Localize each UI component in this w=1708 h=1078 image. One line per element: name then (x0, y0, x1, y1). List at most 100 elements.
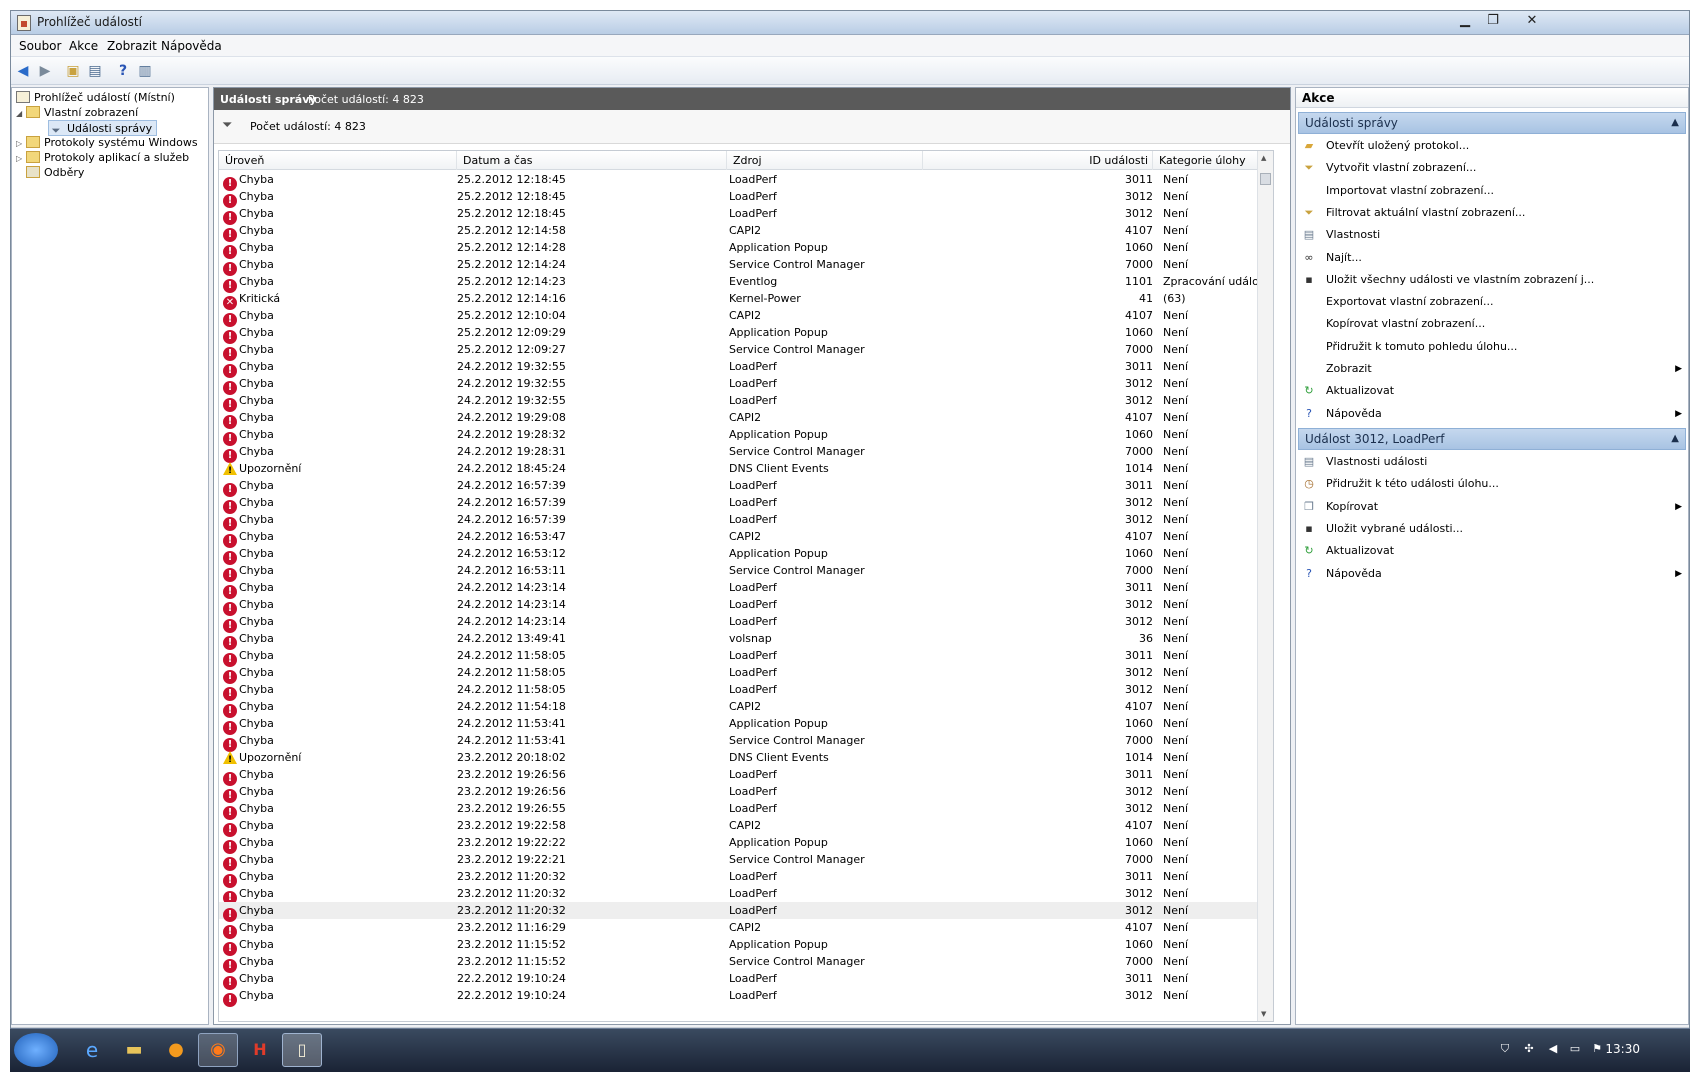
menu-akce[interactable]: Akce (69, 39, 98, 53)
event-viewer-taskbar-icon[interactable]: ▯ (282, 1033, 322, 1067)
menu-zobrazit[interactable]: Zobrazit (107, 39, 157, 53)
firefox-icon[interactable]: ◉ (198, 1033, 238, 1067)
table-row[interactable]: ! Chyba 23.2.2012 19:22:58 CAPI2 4107 Není (219, 817, 1273, 837)
table-row[interactable]: ! Chyba 24.2.2012 11:58:05 LoadPerf 3011 Není (219, 647, 1273, 667)
table-row[interactable]: ! Chyba 23.2.2012 19:22:21 Service Control … (219, 851, 1273, 871)
table-row[interactable]: ! Chyba 24.2.2012 11:53:41 Service Control … (219, 732, 1273, 752)
table-row[interactable]: ! Chyba 22.2.2012 19:10:24 LoadPerf 3012 Není (219, 987, 1273, 1007)
table-row[interactable]: ! Chyba 24.2.2012 19:28:32 Application Popu… (219, 426, 1273, 446)
table-row[interactable]: ! Chyba 25.2.2012 12:14:28 Application Popu… (219, 239, 1273, 259)
table-row[interactable]: ! Chyba 23.2.2012 11:20:32 LoadPerf 3012 Není (219, 885, 1273, 905)
action-section1-6[interactable]: ▪ Uložit všechny události ve vlastním zob… (1302, 269, 1684, 291)
close-button[interactable]: ✕ (1515, 11, 1549, 31)
collapse-section-icon[interactable]: ▲ (1671, 429, 1679, 449)
table-row[interactable]: ! Chyba 25.2.2012 12:14:24 Service Control … (219, 256, 1273, 276)
back-arrow-icon[interactable]: ◀ (13, 61, 33, 81)
action-section2-2[interactable]: ❐ Kopírovat ▶ (1302, 496, 1684, 518)
table-row[interactable]: ! Chyba 25.2.2012 12:14:58 CAPI2 4107 Není (219, 222, 1273, 242)
table-row[interactable]: ✕ Kritická 25.2.2012 12:14:16 Kernel-Power 4… (219, 290, 1273, 310)
table-row[interactable]: ! Chyba 24.2.2012 16:53:47 CAPI2 4107 Není (219, 528, 1273, 548)
table-row[interactable]: ! Upozornění 24.2.2012 18:45:24 DNS Client … (219, 460, 1273, 477)
table-row[interactable]: ! Chyba 23.2.2012 11:20:32 LoadPerf 3012 Není (219, 902, 1273, 922)
table-row[interactable]: ! Chyba 25.2.2012 12:10:04 CAPI2 4107 Není (219, 307, 1273, 327)
table-row[interactable]: ! Chyba 23.2.2012 19:26:55 LoadPerf 3012 Není (219, 800, 1273, 820)
column-task-category[interactable]: Kategorie úlohy (1153, 151, 1273, 170)
table-row[interactable]: ! Chyba 23.2.2012 11:15:52 Service Control … (219, 953, 1273, 973)
actions-section-admin-events[interactable]: Události správy ▲ (1298, 112, 1686, 134)
title-bar[interactable]: Prohlížeč událostí ▁ ❐ ✕ (11, 11, 1689, 35)
table-row[interactable]: ! Chyba 24.2.2012 14:23:14 LoadPerf 3012 Není (219, 596, 1273, 616)
forward-arrow-icon[interactable]: ▶ (35, 61, 55, 81)
table-row[interactable]: ! Chyba 22.2.2012 19:10:24 LoadPerf 3011 Není (219, 970, 1273, 990)
collapse-icon[interactable]: ◢ (16, 106, 26, 122)
actions-section-event[interactable]: Událost 3012, LoadPerf ▲ (1298, 428, 1686, 450)
tree-custom-views[interactable]: ◢ Vlastní zobrazení (16, 105, 138, 121)
clock[interactable]: 13:30 (1605, 1042, 1640, 1056)
table-row[interactable]: ! Chyba 24.2.2012 13:49:41 volsnap 36 Není (219, 630, 1273, 650)
table-row[interactable]: ! Chyba 24.2.2012 16:57:39 LoadPerf 3012 Není (219, 494, 1273, 514)
action-section1-8[interactable]: Kopírovat vlastní zobrazení... (1302, 313, 1684, 335)
scrollbar-thumb[interactable] (1260, 173, 1271, 185)
action-section1-12[interactable]: ? Nápověda ▶ (1302, 403, 1684, 425)
tree-app-logs[interactable]: ▷ Protokoly aplikací a služeb (16, 150, 189, 166)
table-row[interactable]: ! Chyba 23.2.2012 19:26:56 LoadPerf 3011 Není (219, 766, 1273, 786)
file-explorer-icon[interactable]: ▬ (114, 1033, 154, 1067)
action-section1-11[interactable]: ↻ Aktualizovat (1302, 380, 1684, 402)
table-row[interactable]: ! Chyba 23.2.2012 11:20:32 LoadPerf 3011 Není (219, 868, 1273, 888)
vertical-scrollbar[interactable]: ▲ ▼ (1257, 151, 1273, 1021)
maximize-button[interactable]: ❐ (1479, 11, 1507, 31)
table-row[interactable]: ! Chyba 25.2.2012 12:18:45 LoadPerf 3012 Není (219, 205, 1273, 225)
table-row[interactable]: ! Upozornění 23.2.2012 20:18:02 DNS Client … (219, 749, 1273, 766)
action-section2-3[interactable]: ▪ Uložit vybrané události... (1302, 518, 1684, 540)
table-row[interactable]: ! Chyba 24.2.2012 16:57:39 LoadPerf 3011 Není (219, 477, 1273, 497)
table-row[interactable]: ! Chyba 25.2.2012 12:09:27 Service Control … (219, 341, 1273, 361)
tree-admin-events[interactable]: ⏷ Události správy (48, 120, 158, 137)
table-row[interactable]: ! Chyba 25.2.2012 12:09:29 Application Popu… (219, 324, 1273, 344)
column-source[interactable]: Zdroj (727, 151, 923, 170)
action-section2-1[interactable]: ◷ Přidružit k této události úlohu... (1302, 473, 1684, 495)
internet-explorer-icon[interactable]: e (72, 1033, 112, 1067)
table-row[interactable]: ! Chyba 25.2.2012 12:14:23 Eventlog 1101 Zpra… (219, 273, 1273, 293)
action-section1-5[interactable]: ∞ Najít... (1302, 247, 1684, 269)
action-section1-10[interactable]: Zobrazit ▶ (1302, 358, 1684, 380)
table-row[interactable]: ! Chyba 24.2.2012 11:58:05 LoadPerf 3012 Není (219, 681, 1273, 701)
table-row[interactable]: ! Chyba 24.2.2012 19:28:31 Service Control … (219, 443, 1273, 463)
action-section1-0[interactable]: ▰ Otevřít uložený protokol... (1302, 135, 1684, 157)
tree-windows-logs[interactable]: ▷ Protokoly systému Windows (16, 135, 198, 151)
network-icon[interactable]: ✣ (1522, 1042, 1536, 1056)
security-app-icon[interactable]: H (240, 1033, 280, 1067)
table-row[interactable]: ! Chyba 24.2.2012 19:32:55 LoadPerf 3012 Není (219, 392, 1273, 412)
action-center-flag-icon[interactable]: ⚑ (1590, 1042, 1604, 1056)
action-section1-7[interactable]: Exportovat vlastní zobrazení... (1302, 291, 1684, 313)
expand-icon[interactable]: ▷ (16, 151, 26, 167)
action-section2-0[interactable]: ▤ Vlastnosti události (1302, 451, 1684, 473)
menu-napoveda[interactable]: Nápověda (161, 39, 222, 53)
table-row[interactable]: ! Chyba 24.2.2012 19:32:55 LoadPerf 3011 Není (219, 358, 1273, 378)
tree-subscriptions[interactable]: Odběry (26, 165, 84, 181)
column-datetime[interactable]: Datum a čas (457, 151, 727, 170)
scroll-up-icon[interactable]: ▲ (1261, 154, 1266, 162)
minimize-button[interactable]: ▁ (1451, 11, 1479, 31)
table-row[interactable]: ! Chyba 24.2.2012 11:53:41 Application Popu… (219, 715, 1273, 735)
up-folder-icon[interactable]: ▣ (63, 61, 83, 81)
table-row[interactable]: ! Chyba 24.2.2012 11:58:05 LoadPerf 3012 Není (219, 664, 1273, 684)
help-icon[interactable]: ? (113, 61, 133, 81)
collapse-section-icon[interactable]: ▲ (1671, 113, 1679, 133)
show-hide-actions-icon[interactable]: ▥ (135, 61, 155, 81)
shield-icon[interactable]: ⛉ (1498, 1042, 1512, 1056)
table-row[interactable]: ! Chyba 24.2.2012 14:23:14 LoadPerf 3011 Není (219, 579, 1273, 599)
scroll-down-icon[interactable]: ▼ (1261, 1010, 1266, 1018)
table-row[interactable]: ! Chyba 24.2.2012 19:29:08 CAPI2 4107 Není (219, 409, 1273, 429)
start-button-icon[interactable] (14, 1033, 58, 1067)
action-section1-9[interactable]: Přidružit k tomuto pohledu úlohu... (1302, 336, 1684, 358)
media-player-icon[interactable]: ● (156, 1033, 196, 1067)
tree-root[interactable]: Prohlížeč událostí (Místní) (16, 90, 175, 106)
action-section2-5[interactable]: ? Nápověda ▶ (1302, 563, 1684, 585)
table-row[interactable]: ! Chyba 24.2.2012 16:57:39 LoadPerf 3012 Není (219, 511, 1273, 531)
table-row[interactable]: ! Chyba 23.2.2012 11:15:52 Application Popu… (219, 936, 1273, 956)
table-row[interactable]: ! Chyba 24.2.2012 11:54:18 CAPI2 4107 Není (219, 698, 1273, 718)
show-hide-tree-icon[interactable]: ▤ (85, 61, 105, 81)
action-section1-4[interactable]: ▤ Vlastnosti (1302, 224, 1684, 246)
column-level[interactable]: Úroveň (219, 151, 457, 170)
table-row[interactable]: ! Chyba 25.2.2012 12:18:45 LoadPerf 3011 Není (219, 171, 1273, 191)
